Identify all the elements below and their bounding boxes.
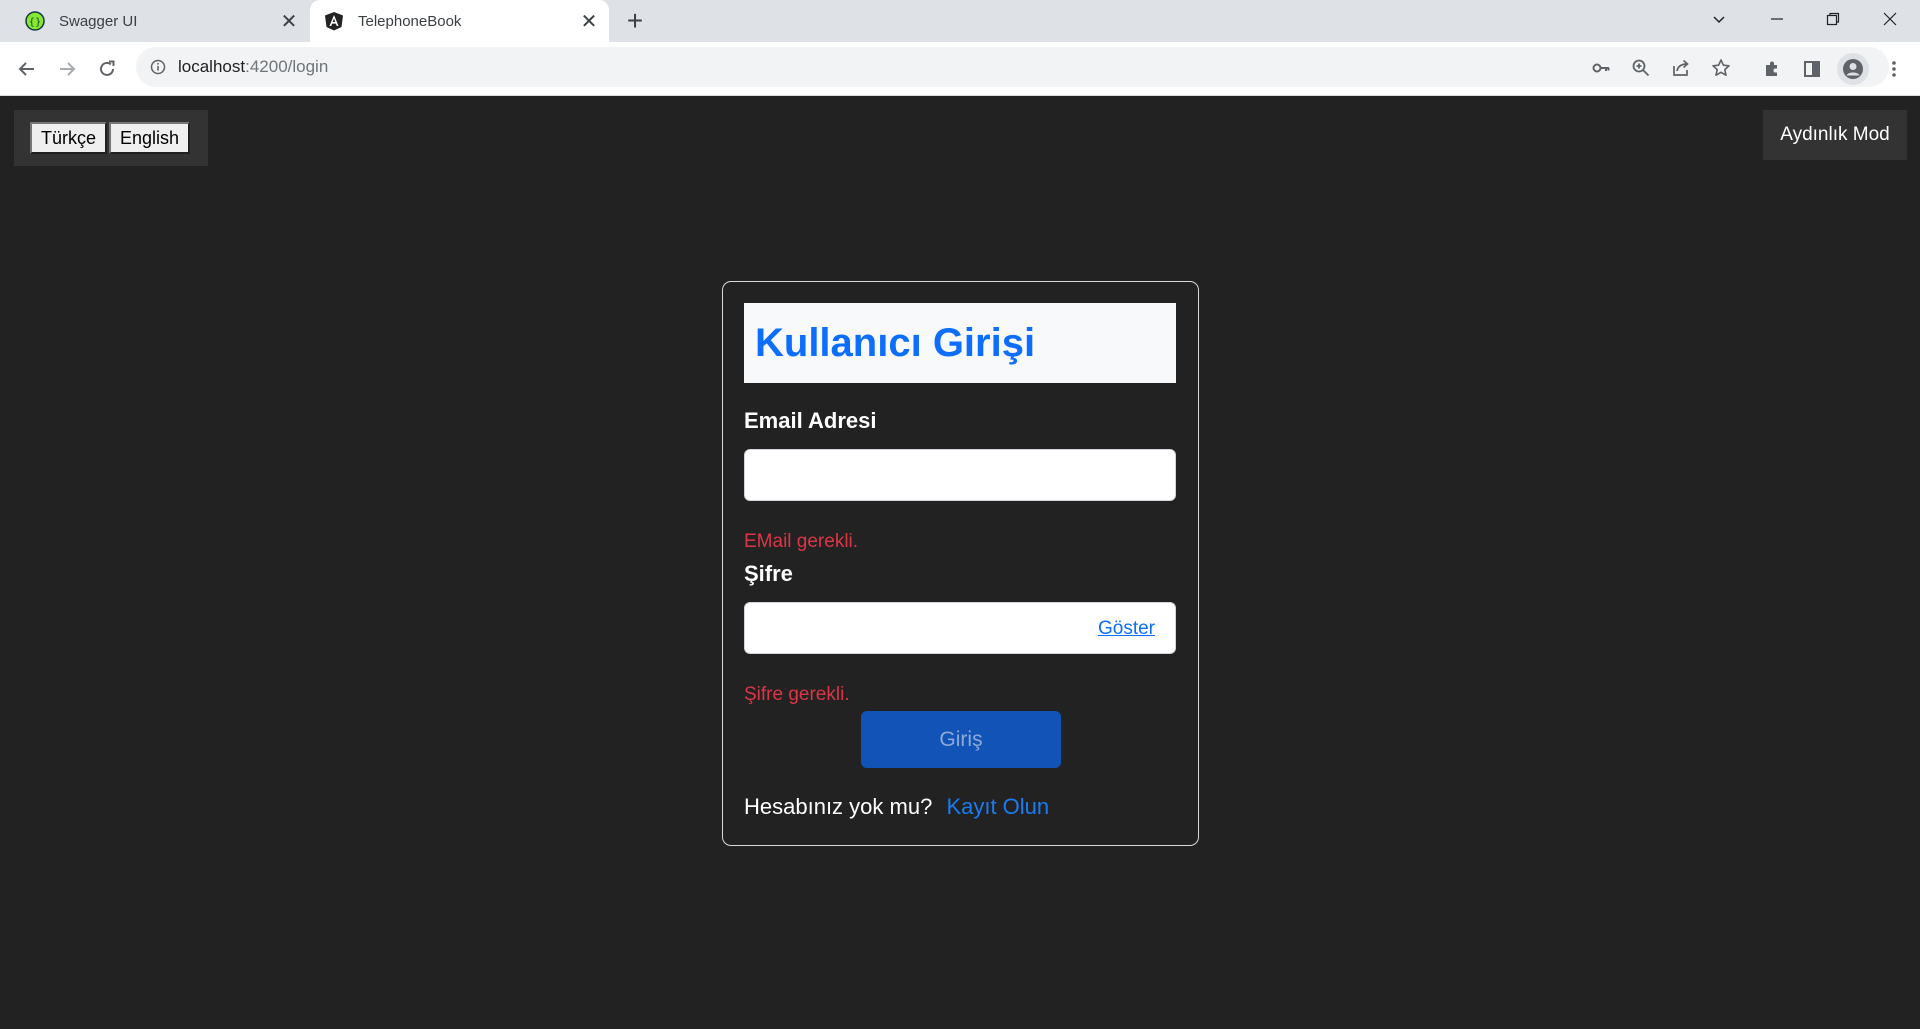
password-field-wrapper: Göster	[744, 602, 1176, 654]
back-icon[interactable]	[11, 53, 43, 85]
email-field-wrapper	[744, 449, 1176, 501]
password-error-message: Şifre gerekli.	[744, 684, 850, 705]
language-turkish-button[interactable]: Türkçe	[30, 122, 108, 154]
login-submit-button[interactable]: Giriş	[861, 711, 1061, 768]
minimize-icon[interactable]	[1749, 0, 1805, 38]
tab-search-icon[interactable]	[1691, 0, 1747, 38]
side-panel-icon[interactable]	[1798, 55, 1826, 83]
close-icon[interactable]: ✕	[575, 7, 603, 35]
register-prompt: Hesabınız yok mu? Kayıt Olun	[744, 794, 1049, 820]
login-card-header: Kullanıcı Girişi	[744, 303, 1176, 383]
tab-telephonebook[interactable]: TelephoneBook ✕	[310, 0, 609, 42]
profile-avatar-icon[interactable]	[1837, 53, 1869, 85]
tab-swagger-ui[interactable]: {} Swagger UI ✕	[0, 0, 309, 42]
email-error-message: EMail gerekli.	[744, 531, 859, 552]
tab-title: Swagger UI	[59, 12, 138, 30]
email-field[interactable]	[745, 450, 1175, 500]
email-label: Email Adresi	[744, 408, 877, 433]
angular-icon	[324, 11, 344, 31]
share-icon[interactable]	[1668, 55, 1694, 81]
tab-title: TelephoneBook	[358, 12, 462, 30]
new-tab-icon[interactable]: +	[618, 5, 652, 36]
extensions-icon[interactable]	[1758, 55, 1786, 83]
key-icon[interactable]	[1588, 55, 1614, 81]
page-title: Kullanıcı Girişi	[755, 320, 1036, 365]
menu-kebab-icon[interactable]	[1880, 55, 1908, 83]
close-icon[interactable]: ✕	[275, 7, 303, 35]
forward-icon[interactable]	[51, 53, 83, 85]
browser-toolbar: localhost:4200/login	[0, 42, 1920, 96]
light-mode-toggle-button[interactable]: Aydınlık Mod	[1763, 110, 1907, 160]
browser-tabstrip: {} Swagger UI ✕ TelephoneBook ✕ +	[0, 0, 1920, 42]
register-link[interactable]: Kayıt Olun	[946, 794, 1049, 819]
password-label: Şifre	[744, 561, 793, 586]
info-icon[interactable]	[148, 57, 168, 77]
reload-icon[interactable]	[91, 53, 123, 85]
bookmark-star-icon[interactable]	[1708, 55, 1734, 81]
login-card: Kullanıcı Girişi Email Adresi EMail gere…	[722, 281, 1199, 846]
language-english-button[interactable]: English	[109, 122, 191, 154]
svg-text:{}: {}	[29, 17, 42, 28]
swagger-icon: {}	[25, 11, 45, 31]
close-window-icon[interactable]	[1862, 0, 1918, 38]
url-text: localhost:4200/login	[178, 57, 328, 77]
no-account-text: Hesabınız yok mu?	[744, 794, 933, 819]
zoom-icon[interactable]	[1628, 55, 1654, 81]
restore-icon[interactable]	[1805, 0, 1861, 38]
url-host: localhost	[178, 57, 246, 76]
address-bar[interactable]: localhost:4200/login	[136, 47, 1889, 87]
language-switcher: Türkçe English	[14, 110, 208, 166]
show-password-link[interactable]: Göster	[1098, 618, 1155, 640]
url-path: :4200/login	[245, 57, 329, 76]
